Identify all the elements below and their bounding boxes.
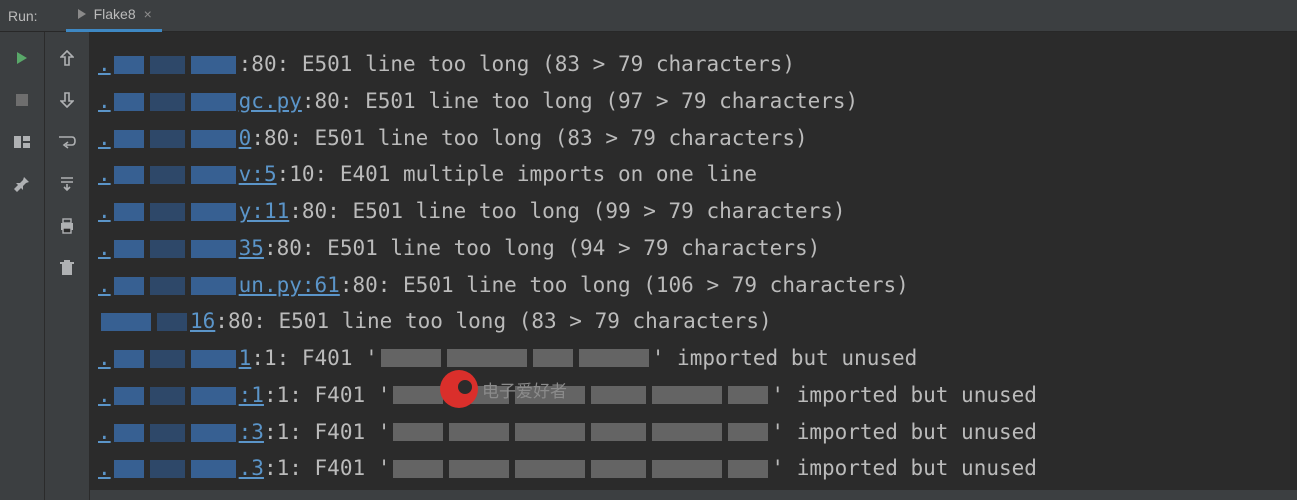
console-line: .35:80: E501 line too long (94 > 79 char… bbox=[98, 230, 1289, 267]
run-tool-header: Run: Flake8 × bbox=[0, 0, 1297, 32]
wrap-icon bbox=[58, 135, 76, 149]
lint-message: : F401 ' bbox=[289, 450, 390, 487]
file-link[interactable]: .v:5 bbox=[98, 156, 277, 193]
lint-message: : F401 ' bbox=[289, 377, 390, 414]
file-link[interactable]: .35 bbox=[98, 230, 264, 267]
layout-button[interactable] bbox=[6, 126, 38, 158]
clear-all-button[interactable] bbox=[51, 252, 83, 284]
up-button[interactable] bbox=[51, 42, 83, 74]
lint-message: : E401 multiple imports on one line bbox=[315, 156, 758, 193]
location: :80 bbox=[239, 46, 277, 83]
location: :1 bbox=[264, 450, 289, 487]
run-tool-body: .:80: E501 line too long (83 > 79 charac… bbox=[0, 32, 1297, 500]
console-output[interactable]: .:80: E501 line too long (83 > 79 charac… bbox=[90, 32, 1297, 500]
file-link[interactable]: .gc.py bbox=[98, 83, 302, 120]
arrow-down-icon bbox=[60, 92, 74, 108]
console-line: .un.py:61:80: E501 line too long (106 > … bbox=[98, 267, 1289, 304]
console-line: .y:11:80: E501 line too long (99 > 79 ch… bbox=[98, 193, 1289, 230]
location: :1 bbox=[264, 414, 289, 451]
console-line: ..3:1: F401 '' imported but unused bbox=[98, 450, 1289, 487]
close-tab-icon[interactable]: × bbox=[144, 6, 152, 22]
trash-icon bbox=[60, 260, 74, 276]
pin-button[interactable] bbox=[6, 168, 38, 200]
print-icon bbox=[59, 218, 75, 234]
scroll-to-end-button[interactable] bbox=[51, 168, 83, 200]
file-link[interactable]: . bbox=[98, 46, 239, 83]
console-line: .:1:1: F401 '' imported but unused bbox=[98, 377, 1289, 414]
lint-message: : E501 line too long (94 > 79 characters… bbox=[302, 230, 820, 267]
file-link[interactable]: .:3 bbox=[98, 414, 264, 451]
print-button[interactable] bbox=[51, 210, 83, 242]
lint-message: : E501 line too long (99 > 79 characters… bbox=[327, 193, 845, 230]
location: :10 bbox=[277, 156, 315, 193]
file-link[interactable]: .1 bbox=[98, 340, 251, 377]
run-label: Run: bbox=[8, 8, 38, 24]
file-link[interactable]: 16 bbox=[190, 303, 215, 340]
console-line: .0:80: E501 line too long (83 > 79 chara… bbox=[98, 120, 1289, 157]
scroll-end-icon bbox=[59, 176, 75, 192]
tab-label: Flake8 bbox=[94, 6, 136, 22]
console-line: 16:80: E501 line too long (83 > 79 chara… bbox=[98, 303, 1289, 340]
stop-button[interactable] bbox=[6, 84, 38, 116]
stop-icon bbox=[15, 93, 29, 107]
play-icon bbox=[14, 50, 30, 66]
layout-icon bbox=[14, 136, 30, 148]
location: :80 bbox=[264, 230, 302, 267]
file-link[interactable]: ..3 bbox=[98, 450, 264, 487]
lint-message: : F401 ' bbox=[289, 414, 390, 451]
lint-message: : E501 line too long (97 > 79 characters… bbox=[340, 83, 858, 120]
rerun-button[interactable] bbox=[6, 42, 38, 74]
soft-wrap-button[interactable] bbox=[51, 126, 83, 158]
lint-message: : E501 line too long (106 > 79 character… bbox=[378, 267, 909, 304]
arrow-up-icon bbox=[60, 50, 74, 66]
horizontal-scrollbar[interactable] bbox=[90, 490, 1297, 500]
lint-message: : E501 line too long (83 > 79 characters… bbox=[253, 303, 771, 340]
location: :1 bbox=[251, 340, 276, 377]
console-line: .:3:1: F401 '' imported but unused bbox=[98, 414, 1289, 451]
location: :80 bbox=[302, 83, 340, 120]
location: :80 bbox=[340, 267, 378, 304]
console-line: .:80: E501 line too long (83 > 79 charac… bbox=[98, 46, 1289, 83]
location: :80 bbox=[215, 303, 253, 340]
location: :80 bbox=[251, 120, 289, 157]
file-link[interactable]: .un.py:61 bbox=[98, 267, 340, 304]
lint-message: : F401 ' bbox=[277, 340, 378, 377]
down-button[interactable] bbox=[51, 84, 83, 116]
run-tab-flake8[interactable]: Flake8 × bbox=[66, 0, 162, 32]
lint-message: : E501 line too long (83 > 79 characters… bbox=[289, 120, 807, 157]
console-line: .1:1: F401 '' imported but unused bbox=[98, 340, 1289, 377]
file-link[interactable]: .0 bbox=[98, 120, 251, 157]
file-link[interactable]: .y:11 bbox=[98, 193, 289, 230]
location: :1 bbox=[264, 377, 289, 414]
lint-message: : E501 line too long (83 > 79 characters… bbox=[277, 46, 795, 83]
location: :80 bbox=[289, 193, 327, 230]
play-icon bbox=[76, 8, 88, 20]
console-actions-column bbox=[45, 32, 90, 500]
console-line: .v:5:10: E401 multiple imports on one li… bbox=[98, 156, 1289, 193]
run-actions-column bbox=[0, 32, 45, 500]
console-line: .gc.py:80: E501 line too long (97 > 79 c… bbox=[98, 83, 1289, 120]
file-link[interactable]: .:1 bbox=[98, 377, 264, 414]
pin-icon bbox=[14, 176, 30, 192]
